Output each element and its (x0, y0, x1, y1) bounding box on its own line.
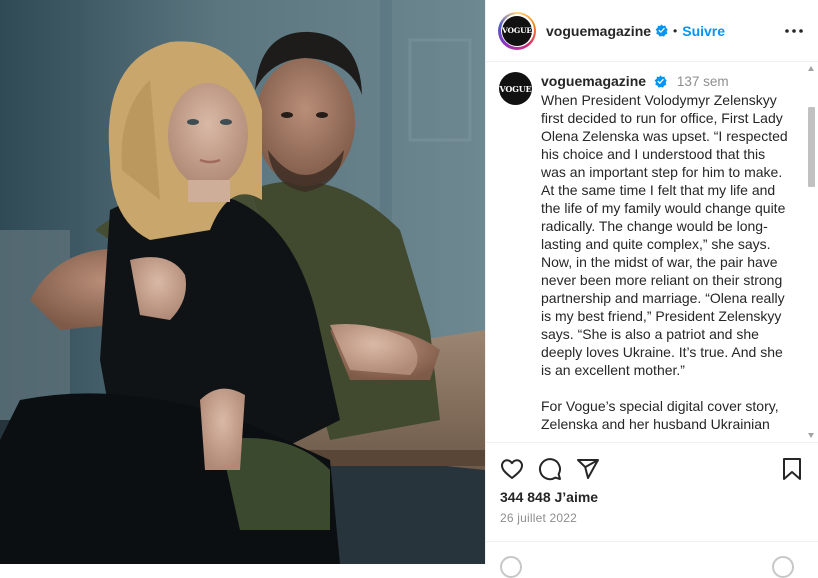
verified-badge-icon (655, 24, 668, 37)
caption-text: When President Volodymyr Zelenskyy first… (541, 92, 788, 432)
post-image[interactable] (0, 0, 485, 564)
caption-comment: VOGUE voguemagazine 137 sem When Preside… (486, 62, 818, 433)
emoji-icon[interactable] (500, 556, 522, 578)
post-header: VOGUE voguemagazine • Suivre (486, 0, 818, 62)
likes-count[interactable]: 344 848 J’aime (500, 489, 598, 505)
send-icon[interactable] (576, 457, 600, 481)
bookmark-icon[interactable] (780, 457, 804, 481)
instagram-post-modal: VOGUE voguemagazine • Suivre VOGUE vogue… (0, 0, 818, 578)
post-actions (500, 452, 804, 486)
separator-dot: • (673, 23, 678, 38)
scroll-thumb[interactable] (808, 107, 815, 187)
heart-icon[interactable] (500, 457, 524, 481)
post-sidebar: VOGUE voguemagazine • Suivre VOGUE vogue… (485, 0, 818, 578)
comment-icon[interactable] (538, 457, 562, 481)
caption-body: voguemagazine 137 sem When President Vol… (541, 72, 793, 433)
emoji-icon[interactable] (772, 556, 794, 578)
comment-bar (486, 541, 818, 578)
caption-scroll-area[interactable]: VOGUE voguemagazine 137 sem When Preside… (486, 62, 818, 443)
follow-button[interactable]: Suivre (682, 23, 725, 39)
post-timestamp[interactable]: 137 sem (677, 74, 729, 89)
caption-avatar[interactable]: VOGUE (499, 72, 532, 105)
caption-username[interactable]: voguemagazine (541, 73, 646, 89)
avatar: VOGUE (502, 15, 532, 46)
caption-header: voguemagazine 137 sem (541, 72, 793, 91)
header-username[interactable]: voguemagazine (546, 23, 651, 39)
scrollbar[interactable] (807, 66, 816, 438)
avatar-inner: VOGUE (500, 14, 534, 47)
more-horizontal-icon[interactable] (782, 19, 806, 43)
post-date: 26 juillet 2022 (500, 511, 578, 525)
verified-badge-icon (654, 75, 667, 88)
scroll-up-arrow-icon[interactable] (808, 66, 814, 71)
scroll-down-arrow-icon[interactable] (808, 433, 814, 438)
profile-avatar-ring[interactable]: VOGUE (498, 11, 536, 50)
